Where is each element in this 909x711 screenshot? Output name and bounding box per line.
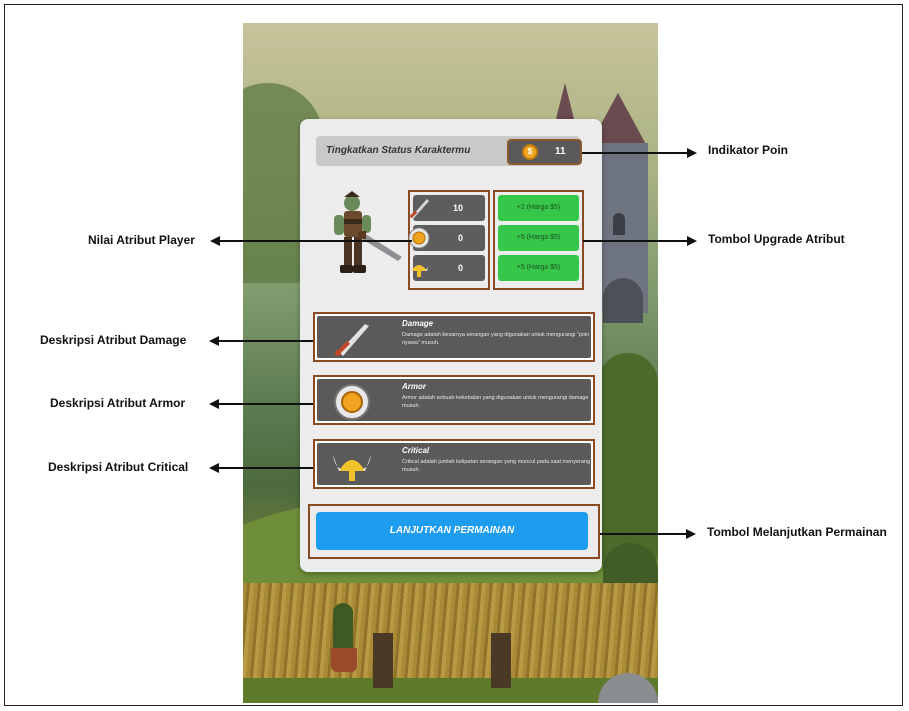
callout-upgrade-buttons: Tombol Upgrade Atribut: [708, 232, 845, 246]
flower-pot: [331, 648, 357, 672]
description-card: Damage Damage adalah besarnya serangan y…: [317, 316, 591, 358]
castle-spire: [555, 83, 575, 123]
tree-trunk: [373, 633, 393, 688]
upgrade-damage-button[interactable]: +2 (Harga $5): [498, 195, 579, 221]
arrow-right-icon: [686, 529, 696, 539]
castle-arch: [603, 278, 643, 323]
upgrade-armor-button[interactable]: +5 (Harga $5): [498, 225, 579, 251]
attribute-value: 0: [457, 263, 463, 273]
arrow-left-icon: [209, 463, 219, 473]
callout-line: [600, 533, 686, 535]
right-tree: [598, 353, 658, 573]
callout-damage-description: Deskripsi Atribut Damage: [40, 333, 187, 347]
points-value: 11: [555, 146, 566, 157]
callout-line: [583, 240, 687, 242]
attribute-value: 0: [457, 233, 463, 243]
attribute-row-critical: 0: [409, 255, 485, 281]
callout-attribute-values: Nilai Atribut Player: [88, 233, 195, 247]
description-body: Critical adalah jumlah kelipatan seranga…: [402, 459, 591, 473]
arrow-left-icon: [209, 399, 219, 409]
sword-icon: [409, 199, 429, 219]
continue-game-button[interactable]: LANJUTKAN PERMAINAN: [316, 512, 588, 550]
description-body: Damage adalah besarnya serangan yang dig…: [402, 332, 590, 346]
callout-continue-button: Tombol Melanjutkan Permainan: [707, 525, 887, 539]
coin-icon: $: [522, 144, 538, 160]
arrow-left-icon: [210, 236, 220, 246]
helmet-icon: [409, 263, 429, 277]
upgrade-panel: Tingkatkan Status Karaktermu $ 11 10 0 0…: [300, 119, 602, 572]
arrow-left-icon: [209, 336, 219, 346]
callout-line: [219, 467, 313, 469]
attribute-row-damage: 10: [409, 195, 485, 221]
attribute-value: 10: [452, 203, 463, 213]
attribute-values: 10 0 0: [408, 190, 490, 290]
armor-description: Armor Armor adalah sebuah kekebalan yang…: [313, 375, 595, 425]
callout-line: [220, 240, 412, 242]
callout-line: [582, 152, 687, 154]
description-card: Armor Armor adalah sebuah kekebalan yang…: [317, 379, 591, 421]
arrow-right-icon: [687, 236, 697, 246]
grass-strip: [243, 678, 658, 703]
description-title: Damage: [402, 319, 434, 328]
helmet-icon: [333, 455, 371, 481]
castle-window: [613, 213, 625, 235]
attribute-row-armor: 0: [408, 225, 485, 251]
shield-icon: [408, 227, 430, 249]
sword-icon: [335, 324, 369, 356]
arrow-right-icon: [687, 148, 697, 158]
callout-armor-description: Deskripsi Atribut Armor: [50, 396, 186, 410]
callout-line: [219, 340, 313, 342]
potted-bush: [333, 603, 353, 651]
callout-line: [219, 403, 313, 405]
upgrade-buttons: +2 (Harga $5) +5 (Harga $5) +5 (Harga $5…: [493, 190, 584, 290]
description-title: Critical: [402, 446, 430, 455]
upgrade-critical-button[interactable]: +5 (Harga $5): [498, 255, 579, 281]
critical-description: Critical Critical adalah jumlah kelipata…: [313, 439, 595, 489]
warrior-character: [334, 191, 402, 273]
continue-highlight: LANJUTKAN PERMAINAN: [308, 504, 600, 559]
callout-critical-description: Deskripsi Atribut Critical: [48, 460, 189, 474]
callout-points-indicator: Indikator Poin: [708, 143, 789, 157]
description-card: Critical Critical adalah jumlah kelipata…: [317, 443, 591, 485]
description-body: Armor adalah sebuah kekebalan yang digun…: [402, 395, 589, 409]
points-indicator: $ 11: [507, 139, 582, 165]
panel-title: Tingkatkan Status Karaktermu: [326, 145, 471, 156]
description-title: Armor: [402, 382, 427, 391]
damage-description: Damage Damage adalah besarnya serangan y…: [313, 312, 595, 362]
tree-trunk: [491, 633, 511, 688]
shield-icon: [334, 384, 370, 420]
